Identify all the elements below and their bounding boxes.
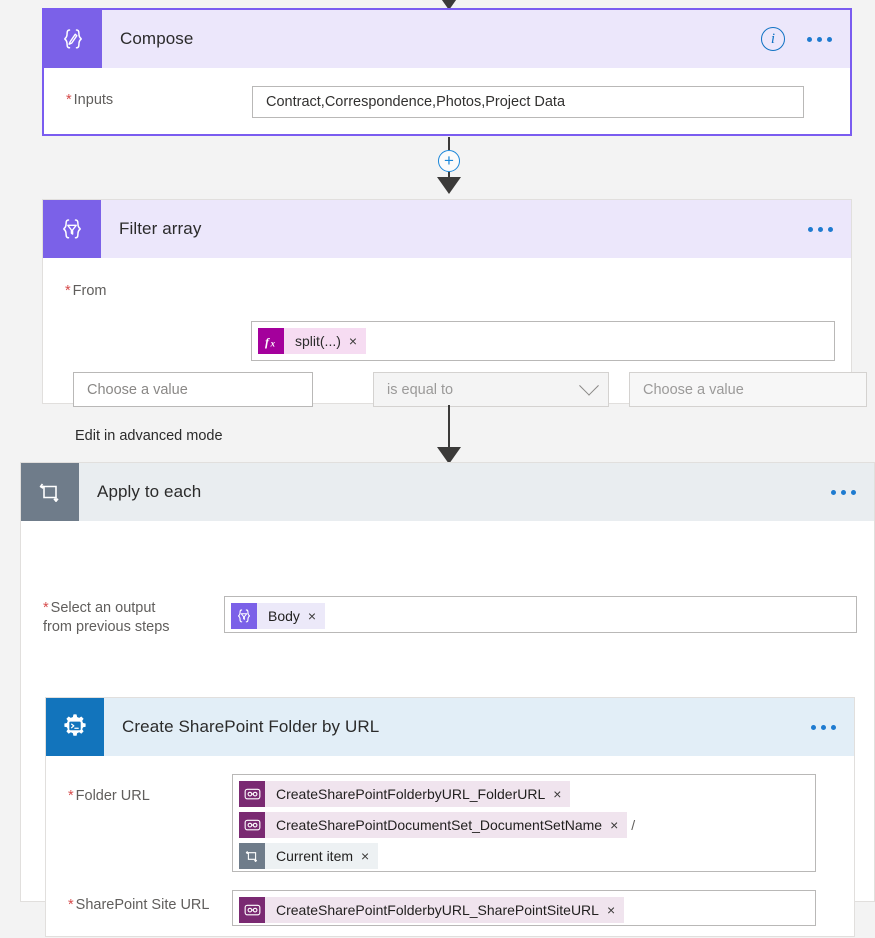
loop-icon: [239, 843, 265, 869]
condition-left-input[interactable]: Choose a value: [73, 372, 313, 407]
card-apply-to-each[interactable]: Apply to each * Select an output from pre…: [20, 462, 875, 937]
connector-line: [448, 137, 450, 150]
token-label: CreateSharePointDocumentSet_DocumentSetN…: [265, 812, 611, 838]
card-filter-array-header-actions: [804, 200, 837, 258]
more-options-icon[interactable]: [803, 29, 836, 50]
token-label: split(...): [284, 328, 349, 354]
svg-text:f: f: [265, 335, 270, 349]
flow-designer-canvas: Compose i * Inputs Contract,Correspondenc…: [0, 0, 875, 937]
from-tokenbox[interactable]: f x split(...) ×: [251, 321, 835, 361]
token-line-1: CreateSharePointFolderbyURL_FolderURL ×: [239, 781, 809, 807]
condition-operator-value: is equal to: [387, 381, 454, 398]
filter-braces-icon: [231, 603, 257, 629]
field-from: * From: [65, 282, 107, 301]
path-separator: /: [631, 817, 636, 833]
card-create-sharepoint-folder-header[interactable]: Create SharePoint Folder by URL: [46, 698, 854, 756]
svg-text:x: x: [269, 338, 275, 348]
field-folder-url-label: * Folder URL: [68, 788, 150, 804]
required-marker: *: [43, 600, 49, 616]
condition-right-input[interactable]: Choose a value: [629, 372, 867, 407]
fx-icon: f x: [258, 328, 284, 354]
inputs-textbox[interactable]: Contract,Correspondence,Photos,Project D…: [252, 86, 804, 118]
token-label: CreateSharePointFolderbyURL_SharePointSi…: [265, 897, 607, 923]
connector-compose-to-filter: +: [437, 137, 461, 194]
card-create-sharepoint-folder-body: * Folder URL CreateSharePointFolderbyURL…: [46, 756, 854, 938]
required-marker: *: [68, 897, 74, 913]
card-filter-array-title: Filter array: [119, 219, 202, 238]
gear-console-icon: [46, 698, 104, 756]
folder-url-tokenbox[interactable]: CreateSharePointFolderbyURL_FolderURL ×: [232, 774, 816, 872]
field-folder-url: * Folder URL: [68, 787, 150, 806]
token-remove-icon[interactable]: ×: [361, 843, 379, 869]
more-options-icon[interactable]: [827, 482, 860, 503]
card-create-sharepoint-folder[interactable]: Create SharePoint Folder by URL * Folder …: [45, 697, 855, 937]
field-from-label: * From: [65, 283, 107, 299]
link-token-icon: [239, 812, 265, 838]
token-line-2: CreateSharePointDocumentSet_DocumentSetN…: [239, 812, 809, 838]
field-sharepoint-site-url-label: * SharePoint Site URL: [68, 897, 210, 913]
token-line-3: Current item ×: [239, 843, 809, 869]
card-apply-to-each-title: Apply to each: [97, 482, 202, 501]
token-remove-icon[interactable]: ×: [553, 781, 571, 807]
token-remove-icon[interactable]: ×: [606, 897, 625, 923]
field-inputs-label: * Inputs: [66, 92, 114, 108]
card-compose[interactable]: Compose i * Inputs Contract,Correspondenc…: [42, 8, 852, 136]
token-label: Body: [257, 603, 308, 629]
field-select-output-label: * Select an output: [43, 600, 156, 616]
required-marker: *: [66, 92, 72, 108]
add-step-button[interactable]: +: [438, 150, 460, 172]
select-output-tokenbox[interactable]: Body ×: [224, 596, 857, 633]
card-create-sharepoint-folder-title: Create SharePoint Folder by URL: [122, 717, 380, 736]
more-options-icon[interactable]: [807, 717, 840, 738]
card-filter-array[interactable]: Filter array * From f x split(...) × Cho…: [42, 199, 867, 444]
filter-braces-icon: [43, 200, 101, 258]
token-label: Current item: [265, 843, 362, 869]
card-apply-to-each-body: * Select an output from previous steps Bo…: [21, 521, 874, 937]
card-compose-header-actions: i: [761, 10, 836, 68]
more-options-icon[interactable]: [804, 219, 837, 240]
compose-braces-icon: [44, 10, 102, 68]
link-token-icon: [239, 897, 265, 923]
token-document-set-name[interactable]: CreateSharePointDocumentSet_DocumentSetN…: [239, 812, 628, 838]
required-marker: *: [68, 788, 74, 804]
token-sharepoint-site-url[interactable]: CreateSharePointFolderbyURL_SharePointSi…: [239, 897, 625, 923]
condition-right-placeholder: Choose a value: [643, 381, 744, 398]
card-compose-body: * Inputs Contract,Correspondence,Photos,P…: [44, 68, 850, 136]
required-marker: *: [65, 283, 71, 299]
token-body[interactable]: Body ×: [231, 603, 326, 629]
token-remove-icon[interactable]: ×: [307, 603, 326, 629]
sharepoint-site-url-tokenbox[interactable]: CreateSharePointFolderbyURL_SharePointSi…: [232, 890, 816, 926]
card-filter-array-body: * From f x split(...) × Choose a value i…: [43, 258, 867, 444]
field-select-output-label-line2: from previous steps: [43, 619, 170, 635]
condition-left-placeholder: Choose a value: [87, 381, 188, 398]
field-inputs: * Inputs: [66, 91, 113, 110]
token-current-item[interactable]: Current item ×: [239, 843, 379, 869]
card-compose-title: Compose: [120, 29, 194, 48]
card-apply-to-each-header-actions: [827, 463, 860, 521]
loop-icon: [21, 463, 79, 521]
connector-line: [448, 405, 450, 448]
token-folder-url[interactable]: CreateSharePointFolderbyURL_FolderURL ×: [239, 781, 571, 807]
arrow-down-icon: [437, 177, 461, 194]
card-create-sharepoint-folder-header-actions: [807, 698, 840, 756]
card-filter-array-header[interactable]: Filter array: [43, 200, 851, 258]
link-token-icon: [239, 781, 265, 807]
condition-operator-select[interactable]: is equal to: [373, 372, 609, 407]
chevron-down-icon: [579, 375, 599, 396]
edit-in-advanced-mode-link[interactable]: Edit in advanced mode: [75, 428, 223, 444]
field-sharepoint-site-url: * SharePoint Site URL: [68, 896, 209, 915]
field-select-output: * Select an output from previous steps: [43, 599, 170, 637]
card-apply-to-each-header[interactable]: Apply to each: [21, 463, 874, 521]
inputs-textbox-value: Contract,Correspondence,Photos,Project D…: [266, 94, 566, 110]
token-label: CreateSharePointFolderbyURL_FolderURL: [265, 781, 554, 807]
card-compose-header[interactable]: Compose i: [44, 10, 850, 68]
info-icon[interactable]: i: [761, 27, 785, 51]
token-remove-icon[interactable]: ×: [348, 328, 367, 354]
connector-filter-to-apply: [437, 405, 461, 464]
token-remove-icon[interactable]: ×: [610, 812, 628, 838]
token-split-expression[interactable]: f x split(...) ×: [258, 328, 367, 354]
